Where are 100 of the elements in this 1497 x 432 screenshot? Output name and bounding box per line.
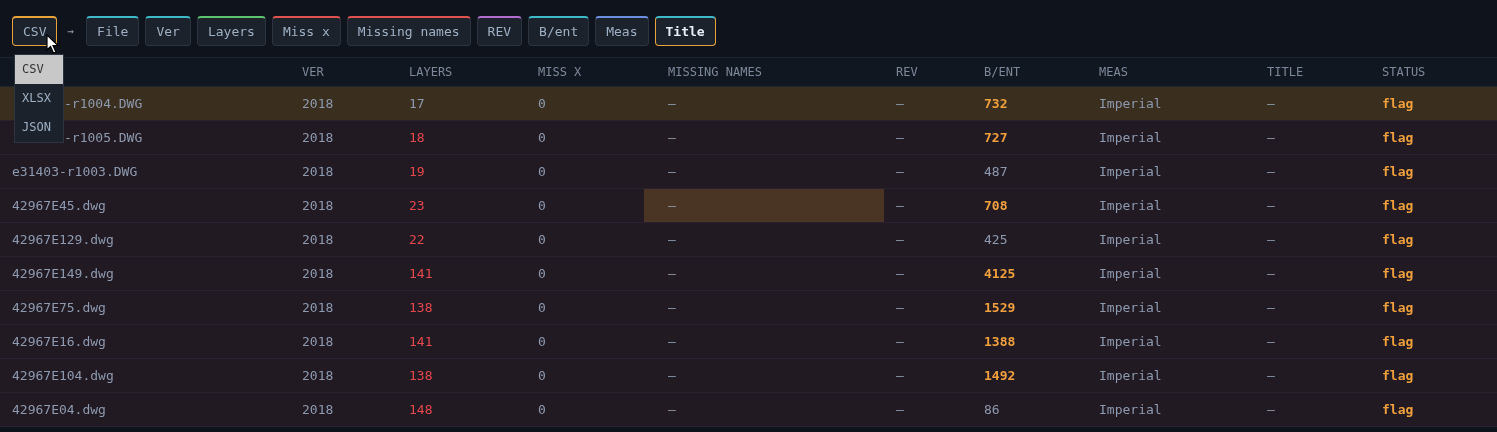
table-cell: 2018 bbox=[302, 266, 334, 281]
column-filter-chip[interactable]: Layers bbox=[196, 16, 266, 46]
table-row[interactable]: 42967E16.dwg 2018 141 0 — — 1388 Imperial — flag bbox=[0, 325, 1497, 359]
table-cell: 17 bbox=[409, 96, 425, 111]
table-cell: — bbox=[896, 368, 904, 383]
table-cell: — bbox=[668, 130, 676, 145]
table-cell: — bbox=[1267, 402, 1275, 417]
table-cell: 2018 bbox=[302, 300, 334, 315]
status-label: flag bbox=[1382, 266, 1414, 281]
table-cell: — bbox=[668, 164, 676, 179]
table-cell: — bbox=[668, 300, 676, 315]
table-cell: 42967E149.dwg bbox=[12, 266, 114, 281]
table-cell: 4125 bbox=[984, 266, 1016, 281]
table-cell: — bbox=[1267, 232, 1275, 247]
column-filter-chip[interactable]: Title bbox=[654, 16, 716, 46]
table-cell: 86 bbox=[984, 402, 1000, 417]
table-cell: — bbox=[668, 266, 676, 281]
table-cell: — bbox=[896, 198, 904, 213]
table-cell: Imperial bbox=[1099, 266, 1162, 281]
table-cell: Imperial bbox=[1099, 300, 1162, 315]
table-row[interactable]: 42967E129.dwg 2018 22 0 — — 425 Imperial — flag bbox=[0, 223, 1497, 257]
table-cell: — bbox=[668, 232, 676, 247]
mouse-pointer-icon bbox=[46, 34, 60, 55]
table-cell: — bbox=[1267, 334, 1275, 349]
menu-item[interactable]: CSV bbox=[15, 55, 63, 84]
table-cell: — bbox=[896, 402, 904, 417]
column-header[interactable]: MISS X bbox=[538, 65, 582, 79]
table-cell: 0 bbox=[538, 266, 546, 281]
table-cell: — bbox=[1267, 164, 1275, 179]
table-cell: — bbox=[668, 368, 676, 383]
table-cell: Imperial bbox=[1099, 198, 1162, 213]
table-cell: 0 bbox=[538, 402, 546, 417]
column-header[interactable]: VER bbox=[302, 65, 324, 79]
table-cell: 42967E129.dwg bbox=[12, 232, 114, 247]
column-header[interactable]: STATUS bbox=[1382, 65, 1426, 79]
table-cell: Imperial bbox=[1099, 402, 1162, 417]
table-cell: 42967E16.dwg bbox=[12, 334, 106, 349]
column-filter-chip[interactable]: REV bbox=[476, 16, 523, 46]
column-header[interactable]: REV bbox=[896, 65, 918, 79]
table-cell: Imperial bbox=[1099, 164, 1162, 179]
table-cell: 18 bbox=[409, 130, 425, 145]
column-header[interactable]: B/ENT bbox=[984, 65, 1021, 79]
column-filter-chip[interactable]: B/ent bbox=[528, 16, 590, 46]
table-cell: 727 bbox=[984, 130, 1008, 145]
menu-item[interactable]: XLSX bbox=[15, 84, 63, 113]
status-label: flag bbox=[1382, 368, 1414, 383]
arrow-icon: → bbox=[67, 24, 75, 38]
table-cell: 42967E75.dwg bbox=[12, 300, 106, 315]
table-cell: 0 bbox=[538, 368, 546, 383]
table-cell: Imperial bbox=[1099, 130, 1162, 145]
table-row[interactable]: 42967E45.dwg 2018 23 0 — — 708 Imperial — flag bbox=[0, 189, 1497, 223]
table-cell: 0 bbox=[538, 130, 546, 145]
table-cell: 42967E104.dwg bbox=[12, 368, 114, 383]
table-cell: — bbox=[896, 96, 904, 111]
status-label: flag bbox=[1382, 334, 1414, 349]
table-cell: — bbox=[668, 96, 676, 111]
table-cell: Imperial bbox=[1099, 334, 1162, 349]
table-row[interactable]: 42967E104.dwg 2018 138 0 — — 1492 Imperial — flag bbox=[0, 359, 1497, 393]
table-cell: 425 bbox=[984, 232, 1008, 247]
column-header[interactable]: MISSING NAMES bbox=[668, 65, 762, 79]
column-filter-chip[interactable]: Meas bbox=[595, 16, 649, 46]
table-cell: 0 bbox=[538, 164, 546, 179]
table-cell: 1492 bbox=[984, 368, 1016, 383]
table-cell: 732 bbox=[984, 96, 1008, 111]
table-cell: — bbox=[896, 334, 904, 349]
table-row[interactable]: e31403-r1003.DWG 2018 19 0 — — 487 Imperial — flag bbox=[0, 155, 1497, 189]
column-header[interactable]: MEAS bbox=[1099, 65, 1128, 79]
table-cell: 42967E04.dwg bbox=[12, 402, 106, 417]
table-cell: — bbox=[896, 266, 904, 281]
table-cell: 22 bbox=[409, 232, 425, 247]
status-label: flag bbox=[1382, 300, 1414, 315]
table-cell: 1529 bbox=[984, 300, 1016, 315]
table-cell: 148 bbox=[409, 402, 433, 417]
table-cell: 138 bbox=[409, 368, 433, 383]
status-label: flag bbox=[1382, 198, 1414, 213]
status-label: flag bbox=[1382, 130, 1414, 145]
column-filter-chip[interactable]: File bbox=[86, 16, 140, 46]
table-cell: — bbox=[1267, 130, 1275, 145]
table-cell: 2018 bbox=[302, 334, 334, 349]
table-cell: 2018 bbox=[302, 96, 334, 111]
column-header[interactable]: TITLE bbox=[1267, 65, 1304, 79]
column-filter-chip[interactable]: Miss x bbox=[271, 16, 341, 46]
table-row[interactable]: 42967E75.dwg 2018 138 0 — — 1529 Imperial — flag bbox=[0, 291, 1497, 325]
column-filter-chip[interactable]: Ver bbox=[145, 16, 191, 46]
table-cell: 0 bbox=[538, 232, 546, 247]
column-filter-chip[interactable]: Missing names bbox=[346, 16, 471, 46]
status-label: flag bbox=[1382, 96, 1414, 111]
table-cell: Imperial bbox=[1099, 368, 1162, 383]
table-cell: e31403-r1003.DWG bbox=[12, 164, 138, 179]
table-cell: — bbox=[668, 402, 676, 417]
column-header[interactable]: LAYERS bbox=[409, 65, 453, 79]
table-cell: Imperial bbox=[1099, 232, 1162, 247]
table-cell: 0 bbox=[538, 334, 546, 349]
table-row[interactable]: 42967E04.dwg 2018 148 0 — — 86 Imperial — flag bbox=[0, 393, 1497, 427]
table-cell: 487 bbox=[984, 164, 1008, 179]
table-cell: — bbox=[1267, 96, 1275, 111]
table-cell: — bbox=[1267, 266, 1275, 281]
table-cell: — bbox=[668, 334, 676, 349]
table-row[interactable]: 42967E149.dwg 2018 141 0 — — 4125 Imperial — flag bbox=[0, 257, 1497, 291]
table-cell: 2018 bbox=[302, 198, 334, 213]
